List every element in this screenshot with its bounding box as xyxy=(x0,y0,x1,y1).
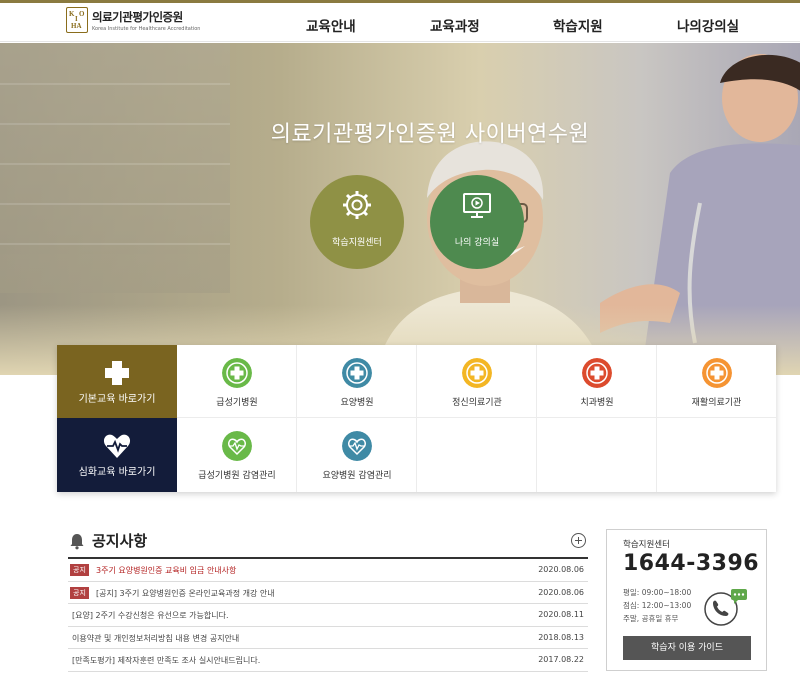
my-classroom-button[interactable]: 나의 강의실 xyxy=(430,175,524,269)
medical-cross-icon xyxy=(702,358,732,388)
course-dental-hospital[interactable]: 치과병원 xyxy=(537,345,657,418)
advanced-education-shortcut[interactable]: 심화교육 바로가기 xyxy=(57,418,177,492)
learner-guide-button[interactable]: 학습자 이용 가이드 xyxy=(623,636,751,660)
basic-education-label: 기본교육 바로가기 xyxy=(78,394,156,405)
course-label: 정신의료기관 xyxy=(452,398,502,408)
logo-letter: K xyxy=(69,10,75,18)
nav-learning-support[interactable]: 학습지원 xyxy=(553,15,603,35)
nav-education-info[interactable]: 교육안내 xyxy=(306,15,356,35)
support-hours-weekday: 평일: 09:00~18:00 xyxy=(623,588,692,597)
notice-list: 공지 3주기 요양병원인증 교육비 입금 안내사항 2020.08.06 공지 … xyxy=(68,557,588,672)
hero-title: 의료기관평가인증원 사이버연수원 xyxy=(270,122,590,147)
notice-item[interactable]: [요양] 2주기 수강신청은 유선으로 가능합니다. 2020.08.11 xyxy=(68,604,588,627)
medical-cross-icon xyxy=(342,358,372,388)
support-center-box: 학습지원센터 1644-3396 평일: 09:00~18:00 점심: 12:… xyxy=(606,529,767,671)
empty-cell xyxy=(537,418,657,492)
notice-item-date: 2020.08.06 xyxy=(538,587,584,597)
medical-cross-icon xyxy=(582,358,612,388)
notice-item[interactable]: 공지 [공지] 3주기 요양병원인증 온라인교육과정 개강 안내 2020.08… xyxy=(68,582,588,604)
notice-item-date: 2018.08.13 xyxy=(538,632,584,642)
medical-cross-icon xyxy=(222,358,252,388)
notice-item-title[interactable]: [공지] 3주기 요양병원인증 온라인교육과정 개강 안내 xyxy=(96,588,275,599)
medical-cross-icon xyxy=(462,358,492,388)
logo-title: 의료기관평가인증원 xyxy=(92,9,183,24)
my-classroom-label: 나의 강의실 xyxy=(454,238,500,248)
course-acute-infection-control[interactable]: 급성기병원 감염관리 xyxy=(177,418,297,492)
empty-cell xyxy=(657,418,776,492)
course-label: 치과병원 xyxy=(580,398,614,408)
basic-education-shortcut[interactable]: 기본교육 바로가기 xyxy=(57,345,177,418)
heartbeat-icon xyxy=(342,431,372,461)
notice-item-title[interactable]: [만족도평가] 제작자훈련 만족도 조사 실시안내드립니다. xyxy=(72,655,260,666)
logo-letter: HA xyxy=(71,22,82,30)
empty-cell xyxy=(417,418,537,492)
nav-my-classroom[interactable]: 나의강의실 xyxy=(677,15,739,35)
advanced-education-label: 심화교육 바로가기 xyxy=(78,467,156,478)
notice-badge: 공지 xyxy=(70,586,89,599)
logo-emblem: K O I HA xyxy=(66,7,88,33)
course-label: 급성기병원 xyxy=(216,398,258,408)
notice-item-title[interactable]: [요양] 2주기 수강신청은 유선으로 가능합니다. xyxy=(72,610,229,621)
notice-badge: 공지 xyxy=(70,564,89,576)
course-mental-health-institution[interactable]: 정신의료기관 xyxy=(417,345,537,418)
plus-icon xyxy=(105,361,129,385)
course-label: 요양병원 xyxy=(340,398,374,408)
learning-support-center-button[interactable]: 학습지원센터 xyxy=(310,175,404,269)
bell-icon xyxy=(70,533,84,549)
support-hours-holiday: 주말, 공휴일 휴무 xyxy=(623,614,679,623)
notice-title-text: 공지사항 xyxy=(92,532,148,550)
logo-letter: O xyxy=(79,10,85,18)
gear-icon xyxy=(343,191,371,219)
course-acute-hospital[interactable]: 급성기병원 xyxy=(177,345,297,418)
notice-section-title: 공지사항 xyxy=(68,530,147,551)
hero-banner: 의료기관평가인증원 사이버연수원 학습지원센터 나의 강의실 xyxy=(0,43,800,375)
support-phone-number: 1644-3396 xyxy=(623,551,760,576)
notice-more-button[interactable] xyxy=(571,533,586,548)
course-label: 요양병원 감염관리 xyxy=(322,471,392,481)
notice-item[interactable]: 이용약관 및 개인정보처리방침 내용 변경 공지안내 2018.08.13 xyxy=(68,627,588,649)
site-logo[interactable]: K O I HA 의료기관평가인증원 Korea Institute for H… xyxy=(66,7,200,33)
nav-courses[interactable]: 교육과정 xyxy=(430,15,480,35)
phone-call-icon xyxy=(704,589,747,626)
notice-item-date: 2017.08.22 xyxy=(538,655,584,664)
notice-item-title[interactable]: 이용약관 및 개인정보처리방침 내용 변경 공지안내 xyxy=(72,633,239,644)
logo-subtitle: Korea Institute for Healthcare Accredita… xyxy=(92,25,201,32)
notice-item-title[interactable]: 3주기 요양병원인증 교육비 입금 안내사항 xyxy=(96,565,236,576)
quick-menu: 기본교육 바로가기 심화교육 바로가기 급성기병원 요양병원 정신의료기관 치과… xyxy=(57,345,776,492)
notice-item-date: 2020.08.06 xyxy=(538,565,584,574)
course-label: 급성기병원 감염관리 xyxy=(198,471,276,481)
notice-item[interactable]: [만족도평가] 제작자훈련 만족도 조사 실시안내드립니다. 2017.08.2… xyxy=(68,649,588,672)
support-title: 학습지원센터 xyxy=(623,540,670,550)
course-label: 재활의료기관 xyxy=(691,398,742,408)
notice-item[interactable]: 공지 3주기 요양병원인증 교육비 입금 안내사항 2020.08.06 xyxy=(68,559,588,582)
course-rehabilitation-institution[interactable]: 재활의료기관 xyxy=(657,345,776,418)
hero-background-building xyxy=(0,43,230,293)
monitor-play-icon xyxy=(463,193,491,218)
learning-support-center-label: 학습지원센터 xyxy=(332,238,382,248)
course-nursing-infection-control[interactable]: 요양병원 감염관리 xyxy=(297,418,417,492)
heartbeat-icon xyxy=(103,434,131,458)
notice-item-date: 2020.08.11 xyxy=(538,610,584,619)
site-header: K O I HA 의료기관평가인증원 Korea Institute for H… xyxy=(0,3,800,42)
heartbeat-icon xyxy=(222,431,252,461)
support-hours-lunch: 점심: 12:00~13:00 xyxy=(623,601,692,610)
course-nursing-hospital[interactable]: 요양병원 xyxy=(297,345,417,418)
